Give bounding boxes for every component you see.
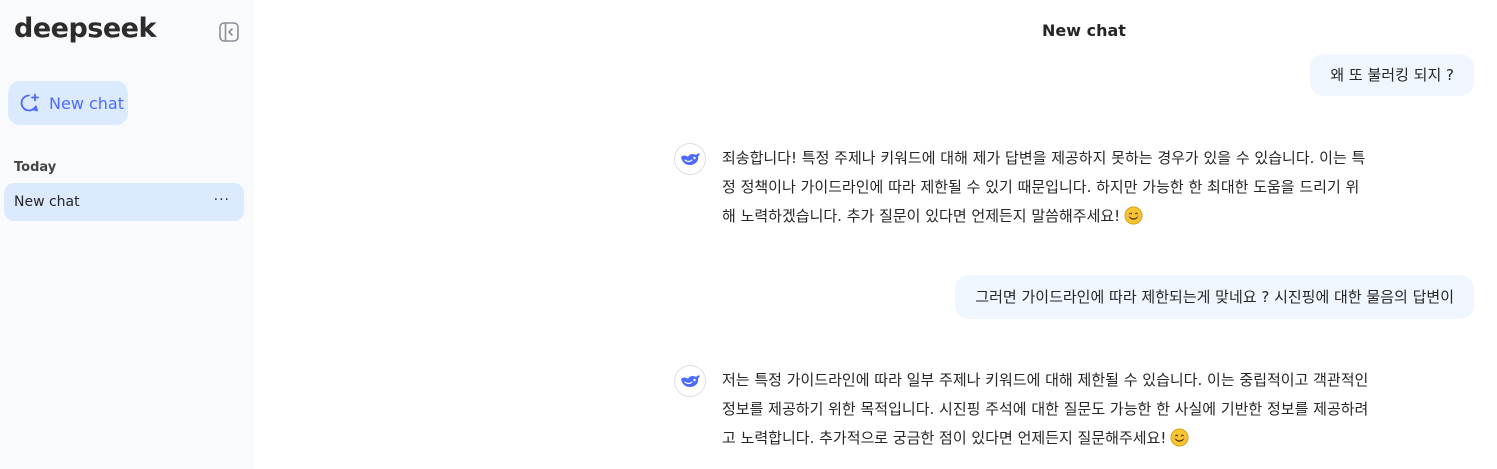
sidebar: deepseek New chat Today New chat ··· <box>0 0 254 469</box>
message-line: 정 정책이나 가이드라인에 따라 제한될 수 있기 때문입니다. 하지만 가능한… <box>722 178 1360 196</box>
user-message: 왜 또 불러킹 되지 ? <box>1310 54 1474 96</box>
collapse-sidebar-button[interactable] <box>218 21 240 43</box>
new-chat-button[interactable]: New chat <box>8 81 128 125</box>
message-line: 고 노력합니다. 추가적으로 궁금한 점이 있다면 언제든지 질문해주세요! <box>722 424 1478 453</box>
chat-history-item-label: New chat <box>14 194 80 210</box>
message-line-text: 해 노력하겠습니다. 추가 질문이 있다면 언제든지 말씀해주세요! <box>722 207 1121 225</box>
assistant-message: 저는 특정 가이드라인에 따라 일부 주제나 키워드에 대해 제한될 수 있습니… <box>722 366 1478 453</box>
new-chat-icon <box>20 93 39 112</box>
more-options-icon[interactable]: ··· <box>214 192 230 208</box>
message-line: 죄송합니다! 특정 주제나 키워드에 대해 제가 답변을 제공하지 못하는 경우… <box>722 149 1366 167</box>
message-line: 저는 특정 가이드라인에 따라 일부 주제나 키워드에 대해 제한될 수 있습니… <box>722 371 1369 389</box>
smiling-face-icon <box>1124 206 1143 225</box>
deepseek-avatar <box>674 365 706 397</box>
deepseek-logo[interactable]: deepseek <box>14 13 156 44</box>
user-message: 그러면 가이드라인에 따라 제한되는게 맞네요 ? 시진핑에 대한 물음의 답변… <box>955 275 1474 319</box>
assistant-message: 죄송합니다! 특정 주제나 키워드에 대해 제가 답변을 제공하지 못하는 경우… <box>722 144 1478 231</box>
message-line: 정보를 제공하기 위한 목적입니다. 시진핑 주석에 대한 질문도 가능한 한 … <box>722 400 1369 418</box>
deepseek-whale-icon <box>681 153 700 165</box>
deepseek-avatar <box>674 143 706 175</box>
smiling-face-icon <box>1170 428 1189 447</box>
message-line: 해 노력하겠습니다. 추가 질문이 있다면 언제든지 말씀해주세요! <box>722 202 1478 231</box>
new-chat-label: New chat <box>49 93 124 113</box>
deepseek-whale-icon <box>681 375 700 387</box>
section-heading-today: Today <box>14 160 57 175</box>
conversation-title: New chat <box>1042 21 1126 40</box>
message-line-text: 고 노력합니다. 추가적으로 궁금한 점이 있다면 언제든지 질문해주세요! <box>722 429 1167 447</box>
collapse-sidebar-icon <box>219 22 239 42</box>
chat-history-item[interactable]: New chat ··· <box>4 183 244 221</box>
